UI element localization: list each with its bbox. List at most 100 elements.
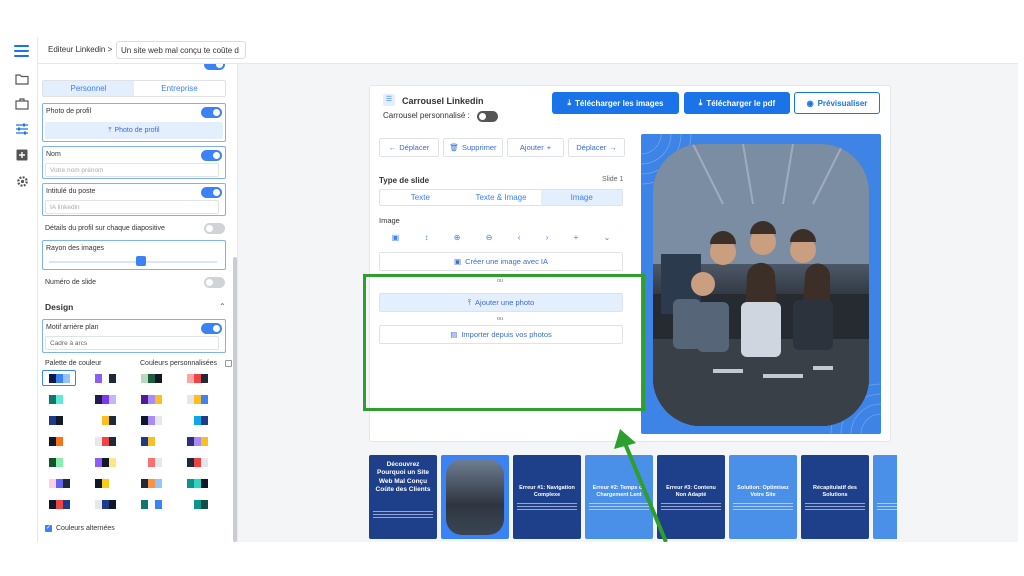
- palette-swatch[interactable]: [180, 391, 214, 407]
- upload-profile-photo-button[interactable]: ⤒ Photo de profil: [45, 122, 223, 139]
- palette-swatch[interactable]: [180, 475, 214, 491]
- slide-thumbnail[interactable]: Erreur #1: Navigation Complexe: [513, 455, 581, 539]
- custom-carousel-toggle[interactable]: [477, 111, 498, 122]
- zoom-in-icon[interactable]: ⊕: [454, 233, 461, 242]
- palette-swatch[interactable]: [88, 496, 122, 512]
- palette-row: [42, 412, 228, 430]
- palette-swatch[interactable]: [42, 433, 76, 449]
- palette-swatch[interactable]: [134, 475, 168, 491]
- job-title-toggle[interactable]: [201, 187, 222, 198]
- palette-swatch[interactable]: [88, 454, 122, 470]
- move-right-button[interactable]: Déplacer →: [568, 138, 625, 157]
- move-left-button[interactable]: ← Déplacer: [379, 138, 439, 157]
- palette-swatch[interactable]: [180, 433, 214, 449]
- palette-swatch[interactable]: [42, 391, 76, 407]
- swatch-color: [147, 373, 155, 383]
- custom-colors-checkbox[interactable]: [225, 360, 232, 367]
- swatch-color: [101, 415, 109, 425]
- zoom-out-icon[interactable]: ⊖: [486, 233, 493, 242]
- tab-personnel[interactable]: Personnel: [43, 81, 134, 96]
- swatch-color: [186, 373, 194, 383]
- add-box-icon[interactable]: [14, 147, 30, 163]
- swatch-color: [186, 415, 194, 425]
- image-radius-slider[interactable]: [136, 256, 147, 266]
- palette-swatch[interactable]: [88, 370, 122, 386]
- palette-swatch[interactable]: [42, 412, 76, 428]
- delete-button[interactable]: 🗑 Supprimer: [443, 138, 503, 157]
- design-heading: Design: [45, 302, 74, 312]
- image-radius-label: Rayon des images: [46, 245, 104, 252]
- palette-swatch[interactable]: [88, 412, 122, 428]
- palette-swatch[interactable]: [134, 370, 168, 386]
- palette-swatch[interactable]: [134, 412, 168, 428]
- palette-swatch[interactable]: [42, 475, 76, 491]
- palette-swatch[interactable]: [180, 454, 214, 470]
- palette-swatch[interactable]: [180, 496, 214, 512]
- briefcase-icon[interactable]: [14, 96, 30, 112]
- tab-texte[interactable]: Texte: [380, 190, 461, 205]
- slide-thumbnail[interactable]: Solution: Optimisez Votre Site: [729, 455, 797, 539]
- palette-swatch[interactable]: [134, 391, 168, 407]
- tab-entreprise[interactable]: Entreprise: [134, 81, 225, 96]
- slide-type-label: Type de slide: [379, 176, 430, 185]
- breadcrumb[interactable]: Editeur Linkedin >: [48, 45, 112, 54]
- swatch-color: [55, 478, 63, 488]
- team-photo: [653, 144, 869, 426]
- palette-swatch[interactable]: [42, 496, 76, 512]
- top-cut-toggle[interactable]: [204, 64, 225, 70]
- chevron-up-icon[interactable]: ⌃: [219, 302, 226, 311]
- palette-swatch[interactable]: [134, 496, 168, 512]
- add-slide-button[interactable]: Ajouter +: [507, 138, 564, 157]
- profile-photo-toggle[interactable]: [201, 107, 222, 118]
- project-name-input[interactable]: Un site web mal conçu te coûte d: [116, 41, 246, 59]
- background-pattern-toggle[interactable]: [201, 323, 222, 334]
- thumbnail-title: Découvrez Pourquoi un Site Web Mal Conçu…: [375, 461, 431, 494]
- palette-swatch[interactable]: [42, 454, 76, 470]
- job-title-input[interactable]: IA linkedin: [45, 200, 219, 214]
- icon-rail: [6, 37, 38, 542]
- background-pattern-select[interactable]: Cadre à arcs: [45, 336, 219, 350]
- swatch-color: [94, 394, 102, 404]
- pan-up-icon[interactable]: +: [574, 233, 579, 242]
- sliders-icon[interactable]: [14, 121, 30, 137]
- palette-swatch[interactable]: [88, 391, 122, 407]
- palette-swatch[interactable]: [88, 475, 122, 491]
- pan-left-icon[interactable]: ‹: [518, 233, 521, 242]
- palette-swatch[interactable]: [134, 433, 168, 449]
- palette-swatch[interactable]: [180, 412, 214, 428]
- palette-swatch[interactable]: [88, 433, 122, 449]
- pan-right-icon[interactable]: ›: [546, 233, 549, 242]
- slide-thumbnail[interactable]: Découvrez Pourquoi un Site Web Mal Conçu…: [369, 455, 437, 539]
- tab-texte-image[interactable]: Texte & Image: [461, 190, 542, 205]
- slide-thumbnail[interactable]: Récapitulatif des Solutions: [801, 455, 869, 539]
- name-toggle[interactable]: [201, 150, 222, 161]
- tab-image[interactable]: Image: [541, 190, 623, 205]
- menu-icon[interactable]: [14, 45, 29, 57]
- swatch-color: [94, 415, 102, 425]
- pan-down-icon[interactable]: ⌄: [604, 233, 611, 242]
- folder-icon[interactable]: [14, 71, 30, 87]
- palette-swatch[interactable]: [180, 370, 214, 386]
- swatch-color: [140, 499, 148, 509]
- profile-each-slide-toggle[interactable]: [204, 223, 225, 234]
- slide-thumbnail[interactable]: [441, 455, 509, 539]
- background-pattern-section: Motif arrière plan Cadre à arcs: [42, 319, 226, 353]
- gear-icon[interactable]: [14, 173, 30, 189]
- slide-thumbnail[interactable]: Mai: [873, 455, 897, 539]
- alternate-colors-checkbox[interactable]: ✓: [45, 525, 52, 532]
- slide-number-toggle[interactable]: [204, 277, 225, 288]
- panel-scrollbar[interactable]: [233, 257, 237, 542]
- download-pdf-button[interactable]: ⤓ Télécharger le pdf: [684, 92, 790, 114]
- preview-button[interactable]: ◉ Prévisualiser: [794, 92, 880, 114]
- palette-swatch[interactable]: [42, 370, 76, 386]
- download-images-button[interactable]: ⤓ Télécharger les images: [552, 92, 679, 114]
- create-ai-image-button[interactable]: ▣ Créer une image avec IA: [379, 252, 623, 271]
- image-icon[interactable]: ▣: [392, 233, 400, 242]
- swatch-color: [62, 478, 70, 488]
- swatch-color: [193, 436, 201, 446]
- arrows-vertical-icon[interactable]: ↕: [424, 233, 428, 242]
- name-input[interactable]: Votre nom prénom: [45, 163, 219, 177]
- palette-swatch[interactable]: [134, 454, 168, 470]
- swatch-color: [48, 457, 56, 467]
- swatch-color: [200, 478, 208, 488]
